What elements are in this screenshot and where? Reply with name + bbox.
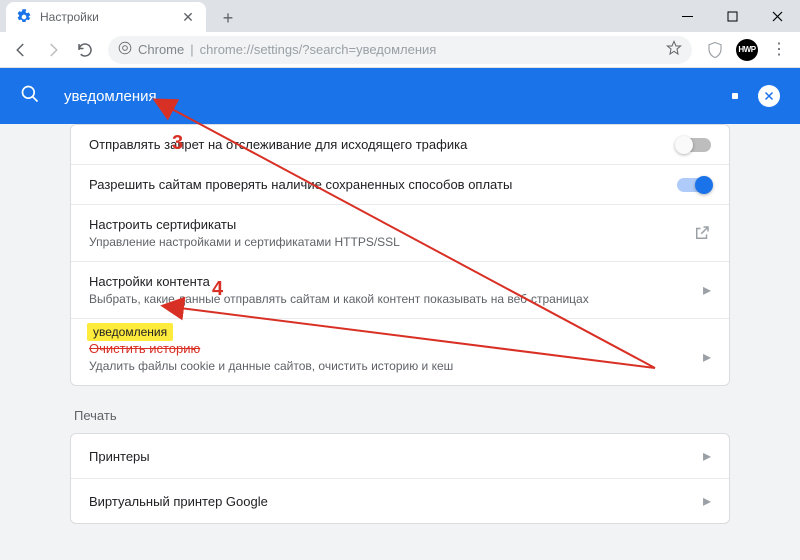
external-link-icon [693, 224, 711, 242]
address-bar[interactable]: Chrome | chrome://settings/?search=уведо… [108, 36, 692, 64]
toggle-on[interactable] [677, 178, 711, 192]
maximize-button[interactable] [710, 0, 755, 32]
chevron-right-icon: ▸ [703, 446, 711, 466]
search-icon [20, 84, 40, 109]
row-subtitle: Выбрать, какие данные отправлять сайтам … [89, 292, 703, 306]
new-tab-button[interactable]: + [214, 4, 242, 32]
row-do-not-track[interactable]: Отправлять запрет на отслеживание для ис… [71, 125, 729, 164]
row-title: Принтеры [89, 449, 703, 464]
row-google-cloud-print[interactable]: Виртуальный принтер Google ▸ [71, 478, 729, 523]
row-title: Настройки контента [89, 274, 703, 289]
row-title: Разрешить сайтам проверять наличие сохра… [89, 177, 677, 192]
browser-tab[interactable]: Настройки ✕ [6, 2, 206, 32]
url-path: chrome://settings/?search=уведомления [200, 42, 437, 57]
settings-content: Отправлять запрет на отслеживание для ис… [0, 124, 800, 560]
tab-title: Настройки [40, 10, 99, 24]
url-separator: | [190, 42, 193, 57]
window-titlebar: Настройки ✕ + [0, 0, 800, 32]
chevron-right-icon: ▸ [703, 280, 711, 300]
kebab-menu-icon[interactable]: ⋮ [764, 35, 794, 65]
row-title-struck: Очистить историю [89, 341, 703, 356]
back-button[interactable] [6, 35, 36, 65]
row-title: Отправлять запрет на отслеживание для ис… [89, 137, 677, 152]
search-highlight-chip: уведомления [87, 323, 173, 341]
print-card: Принтеры ▸ Виртуальный принтер Google ▸ [70, 433, 730, 524]
close-window-button[interactable] [755, 0, 800, 32]
privacy-card: Отправлять запрет на отслеживание для ис… [70, 124, 730, 386]
gear-icon [16, 9, 32, 25]
browser-toolbar: Chrome | chrome://settings/?search=уведо… [0, 32, 800, 68]
url-prefix: Chrome [138, 42, 184, 57]
toggle-off[interactable] [677, 138, 711, 152]
row-payment-check[interactable]: Разрешить сайтам проверять наличие сохра… [71, 164, 729, 204]
window-controls [665, 0, 800, 32]
shield-icon[interactable] [700, 35, 730, 65]
settings-search-header: уведомления [0, 68, 800, 124]
row-content-settings[interactable]: Настройки контента Выбрать, какие данные… [71, 261, 729, 318]
chevron-right-icon: ▸ [703, 347, 711, 367]
close-tab-icon[interactable]: ✕ [180, 9, 196, 26]
forward-button[interactable] [38, 35, 68, 65]
row-subtitle: Управление настройками и сертификатами H… [89, 235, 693, 249]
row-clear-history[interactable]: уведомления Очистить историю Удалить фай… [71, 318, 729, 385]
search-query[interactable]: уведомления [64, 88, 732, 105]
row-printers[interactable]: Принтеры ▸ [71, 434, 729, 478]
profile-avatar[interactable]: HWP [732, 35, 762, 65]
row-subtitle: Удалить файлы cookie и данные сайтов, оч… [89, 359, 703, 373]
row-certificates[interactable]: Настроить сертификаты Управление настрой… [71, 204, 729, 261]
row-title: Настроить сертификаты [89, 217, 693, 232]
bookmark-star-icon[interactable] [666, 40, 682, 59]
reload-button[interactable] [70, 35, 100, 65]
chrome-icon [118, 41, 132, 58]
row-title: Виртуальный принтер Google [89, 494, 703, 509]
section-label-print: Печать [70, 386, 730, 433]
chevron-right-icon: ▸ [703, 491, 711, 511]
cursor-indicator [732, 93, 738, 99]
clear-search-button[interactable] [758, 85, 780, 107]
minimize-button[interactable] [665, 0, 710, 32]
